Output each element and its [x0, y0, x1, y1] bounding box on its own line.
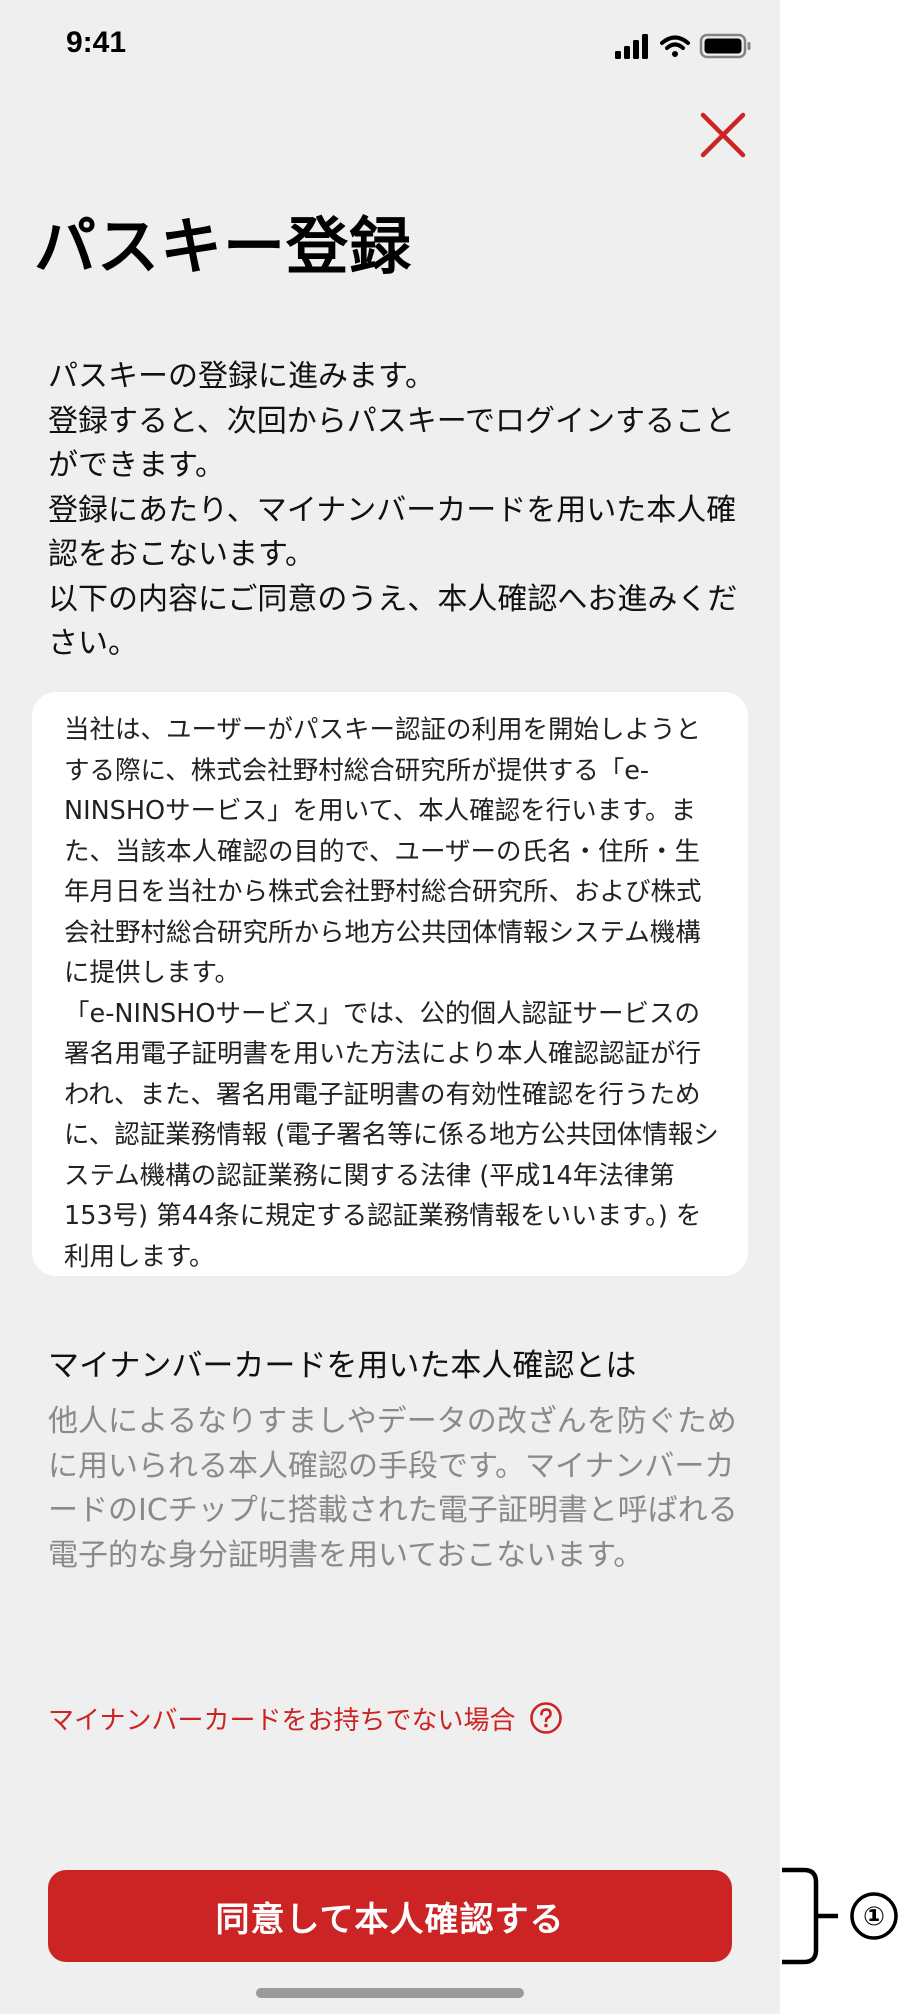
about-body: 他人によるなりすましやデータの改ざんを防ぐために用いられる本人確認の手段です。マ… [48, 1404, 738, 1573]
intro-line: 以下の内容にご同意のうえ、本人確認へお進みください。 [48, 581, 738, 662]
terms-paragraph: 当社は、ユーザーがパスキー認証の利用を開始しようとする際に、株式会社野村総合研究… [64, 715, 702, 988]
terms-text: 当社は、ユーザーがパスキー認証の利用を開始しようとする際に、株式会社野村総合研究… [64, 710, 720, 1276]
no-card-link[interactable]: マイナンバーカードをお持ちでない場合 [48, 1696, 563, 1740]
agree-and-verify-button[interactable]: 同意して本人確認する [48, 1870, 732, 1962]
close-icon[interactable] [694, 106, 752, 164]
no-card-link-label: マイナンバーカードをお持ちでない場合 [48, 1705, 516, 1736]
annotation-callout: ① [782, 1867, 898, 1965]
app-screen: 9:41 パスキー登録 パスキーの登録に進みます。 登録すると、次回からパスキー… [0, 0, 780, 2014]
about-heading: マイナンバーカードを用いた本人確認とは [48, 1348, 637, 1384]
status-time: 9:41 [66, 26, 127, 59]
page-title: パスキー登録 [34, 210, 413, 283]
annotation-marker: ① [863, 1902, 885, 1932]
status-icons [615, 33, 751, 59]
intro-line: 登録すると、次回からパスキーでログインすることができます。 [48, 403, 735, 484]
terms-paragraph: 「e-NINSHOサービス」では、公的個人認証サービスの署名用電子証明書を用いた… [64, 998, 719, 1272]
help-circle-icon[interactable] [529, 1701, 563, 1735]
wifi-icon [660, 35, 690, 57]
battery-icon [699, 33, 751, 59]
home-indicator [256, 1988, 524, 1998]
intro-text: パスキーの登録に進みます。 登録すると、次回からパスキーでログインすることができ… [48, 355, 748, 667]
intro-line: 登録にあたり、マイナンバーカードを用いた本人確認をおこないます。 [48, 492, 737, 573]
intro-line: パスキーの登録に進みます。 [48, 359, 435, 394]
cellular-signal-icon [615, 34, 648, 59]
terms-card[interactable]: 当社は、ユーザーがパスキー認証の利用を開始しようとする際に、株式会社野村総合研究… [32, 692, 748, 1276]
